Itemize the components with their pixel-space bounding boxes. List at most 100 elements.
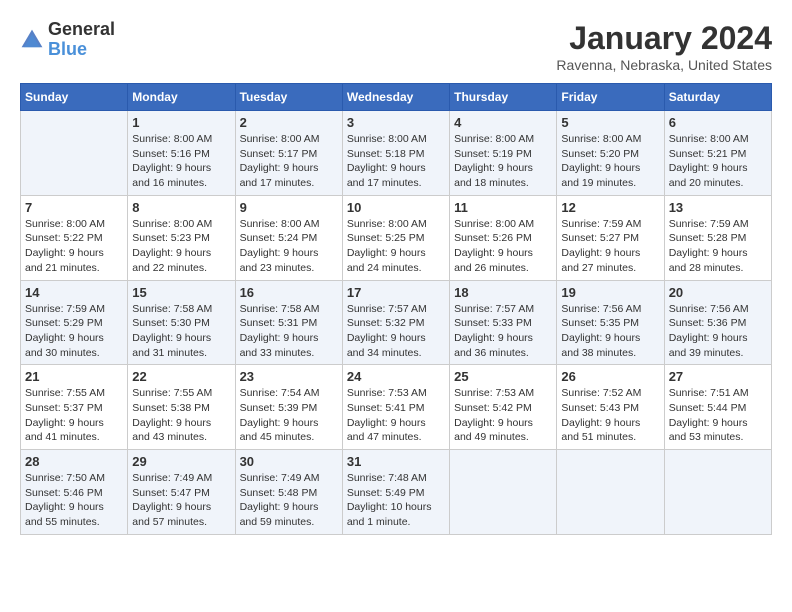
- table-row: 4Sunrise: 8:00 AMSunset: 5:19 PMDaylight…: [450, 111, 557, 196]
- day-info: Sunrise: 8:00 AMSunset: 5:26 PMDaylight:…: [454, 217, 552, 276]
- day-number: 15: [132, 285, 230, 300]
- day-number: 10: [347, 200, 445, 215]
- table-row: 25Sunrise: 7:53 AMSunset: 5:42 PMDayligh…: [450, 365, 557, 450]
- day-number: 23: [240, 369, 338, 384]
- sunset-time: Sunset: 5:49 PM: [347, 486, 445, 501]
- day-info: Sunrise: 8:00 AMSunset: 5:20 PMDaylight:…: [561, 132, 659, 191]
- day-number: 13: [669, 200, 767, 215]
- daylight-hours: Daylight: 9 hours and 16 minutes.: [132, 161, 230, 190]
- table-row: 1 Sunrise: 8:00 AMSunset: 5:16 PMDaylight…: [128, 111, 235, 196]
- daylight-hours: Daylight: 9 hours and 20 minutes.: [669, 161, 767, 190]
- daylight-hours: Daylight: 9 hours and 19 minutes.: [561, 161, 659, 190]
- table-row: 27Sunrise: 7:51 AMSunset: 5:44 PMDayligh…: [664, 365, 771, 450]
- sunrise-time: Sunrise: 7:58 AM: [132, 302, 230, 317]
- day-number: 8: [132, 200, 230, 215]
- daylight-hours: Daylight: 9 hours and 45 minutes.: [240, 416, 338, 445]
- calendar-row: 21 Sunrise: 7:55 AMSunset: 5:37 PMDayligh…: [21, 365, 772, 450]
- table-row: 19 Sunrise: 7:56 AMSunset: 5:35 PMDayligh…: [557, 280, 664, 365]
- col-monday: Monday: [128, 84, 235, 111]
- logo-general: General: [48, 20, 115, 40]
- day-number: 21: [25, 369, 123, 384]
- calendar-row: 7Sunrise: 8:00 AMSunset: 5:22 PMDaylight…: [21, 195, 772, 280]
- table-row: 26Sunrise: 7:52 AMSunset: 5:43 PMDayligh…: [557, 365, 664, 450]
- daylight-hours: Daylight: 9 hours and 36 minutes.: [454, 331, 552, 360]
- sunset-time: Sunset: 5:21 PM: [669, 147, 767, 162]
- day-number: 26: [561, 369, 659, 384]
- sunset-time: Sunset: 5:41 PM: [347, 401, 445, 416]
- day-number: 24: [347, 369, 445, 384]
- sunrise-time: Sunrise: 7:54 AM: [240, 386, 338, 401]
- day-info: Sunrise: 7:55 AMSunset: 5:37 PMDaylight:…: [25, 386, 123, 445]
- sunrise-time: Sunrise: 7:49 AM: [240, 471, 338, 486]
- daylight-hours: Daylight: 9 hours and 17 minutes.: [240, 161, 338, 190]
- table-row: [664, 450, 771, 535]
- sunrise-time: Sunrise: 7:50 AM: [25, 471, 123, 486]
- day-number: 19: [561, 285, 659, 300]
- sunset-time: Sunset: 5:30 PM: [132, 316, 230, 331]
- sunrise-time: Sunrise: 8:00 AM: [561, 132, 659, 147]
- sunrise-time: Sunrise: 7:59 AM: [25, 302, 123, 317]
- daylight-hours: Daylight: 9 hours and 22 minutes.: [132, 246, 230, 275]
- sunrise-time: Sunrise: 7:56 AM: [669, 302, 767, 317]
- table-row: [21, 111, 128, 196]
- day-info: Sunrise: 7:56 AMSunset: 5:35 PMDaylight:…: [561, 302, 659, 361]
- day-info: Sunrise: 8:00 AMSunset: 5:23 PMDaylight:…: [132, 217, 230, 276]
- sunrise-time: Sunrise: 8:00 AM: [347, 132, 445, 147]
- daylight-hours: Daylight: 9 hours and 24 minutes.: [347, 246, 445, 275]
- table-row: 14Sunrise: 7:59 AMSunset: 5:29 PMDayligh…: [21, 280, 128, 365]
- sunset-time: Sunset: 5:35 PM: [561, 316, 659, 331]
- daylight-hours: Daylight: 9 hours and 27 minutes.: [561, 246, 659, 275]
- day-number: 28: [25, 454, 123, 469]
- col-sunday: Sunday: [21, 84, 128, 111]
- sunset-time: Sunset: 5:20 PM: [561, 147, 659, 162]
- sunrise-time: Sunrise: 8:00 AM: [132, 132, 230, 147]
- daylight-hours: Daylight: 9 hours and 57 minutes.: [132, 500, 230, 529]
- sunrise-time: Sunrise: 7:57 AM: [454, 302, 552, 317]
- day-number: 20: [669, 285, 767, 300]
- table-row: 9Sunrise: 8:00 AMSunset: 5:24 PMDaylight…: [235, 195, 342, 280]
- sunrise-time: Sunrise: 7:53 AM: [347, 386, 445, 401]
- day-info: Sunrise: 7:54 AMSunset: 5:39 PMDaylight:…: [240, 386, 338, 445]
- sunrise-time: Sunrise: 8:00 AM: [669, 132, 767, 147]
- table-row: [557, 450, 664, 535]
- sunrise-time: Sunrise: 8:00 AM: [132, 217, 230, 232]
- daylight-hours: Daylight: 9 hours and 59 minutes.: [240, 500, 338, 529]
- daylight-hours: Daylight: 9 hours and 21 minutes.: [25, 246, 123, 275]
- daylight-hours: Daylight: 9 hours and 28 minutes.: [669, 246, 767, 275]
- daylight-hours: Daylight: 9 hours and 49 minutes.: [454, 416, 552, 445]
- day-info: Sunrise: 8:00 AMSunset: 5:16 PMDaylight:…: [132, 132, 230, 191]
- table-row: 7Sunrise: 8:00 AMSunset: 5:22 PMDaylight…: [21, 195, 128, 280]
- sunrise-time: Sunrise: 7:58 AM: [240, 302, 338, 317]
- day-info: Sunrise: 8:00 AMSunset: 5:18 PMDaylight:…: [347, 132, 445, 191]
- sunset-time: Sunset: 5:38 PM: [132, 401, 230, 416]
- daylight-hours: Daylight: 9 hours and 34 minutes.: [347, 331, 445, 360]
- table-row: 18Sunrise: 7:57 AMSunset: 5:33 PMDayligh…: [450, 280, 557, 365]
- sunrise-time: Sunrise: 8:00 AM: [240, 217, 338, 232]
- day-number: 16: [240, 285, 338, 300]
- sunset-time: Sunset: 5:29 PM: [25, 316, 123, 331]
- daylight-hours: Daylight: 10 hours and 1 minute.: [347, 500, 445, 529]
- day-info: Sunrise: 7:50 AMSunset: 5:46 PMDaylight:…: [25, 471, 123, 530]
- day-info: Sunrise: 7:59 AMSunset: 5:28 PMDaylight:…: [669, 217, 767, 276]
- day-info: Sunrise: 8:00 AMSunset: 5:24 PMDaylight:…: [240, 217, 338, 276]
- day-info: Sunrise: 7:49 AMSunset: 5:48 PMDaylight:…: [240, 471, 338, 530]
- sunrise-time: Sunrise: 7:57 AM: [347, 302, 445, 317]
- table-row: [450, 450, 557, 535]
- day-number: 1: [132, 115, 230, 130]
- sunset-time: Sunset: 5:19 PM: [454, 147, 552, 162]
- sunrise-time: Sunrise: 8:00 AM: [240, 132, 338, 147]
- sunrise-time: Sunrise: 7:53 AM: [454, 386, 552, 401]
- table-row: 23 Sunrise: 7:54 AMSunset: 5:39 PMDayligh…: [235, 365, 342, 450]
- day-info: Sunrise: 8:00 AMSunset: 5:21 PMDaylight:…: [669, 132, 767, 191]
- day-info: Sunrise: 7:57 AMSunset: 5:32 PMDaylight:…: [347, 302, 445, 361]
- day-info: Sunrise: 8:00 AMSunset: 5:25 PMDaylight:…: [347, 217, 445, 276]
- day-number: 14: [25, 285, 123, 300]
- calendar-row: 28Sunrise: 7:50 AMSunset: 5:46 PMDayligh…: [21, 450, 772, 535]
- day-number: 27: [669, 369, 767, 384]
- sunset-time: Sunset: 5:22 PM: [25, 231, 123, 246]
- sunset-time: Sunset: 5:48 PM: [240, 486, 338, 501]
- sunset-time: Sunset: 5:46 PM: [25, 486, 123, 501]
- sunset-time: Sunset: 5:36 PM: [669, 316, 767, 331]
- day-number: 17: [347, 285, 445, 300]
- calendar: Sunday Monday Tuesday Wednesday Thursday…: [20, 83, 772, 535]
